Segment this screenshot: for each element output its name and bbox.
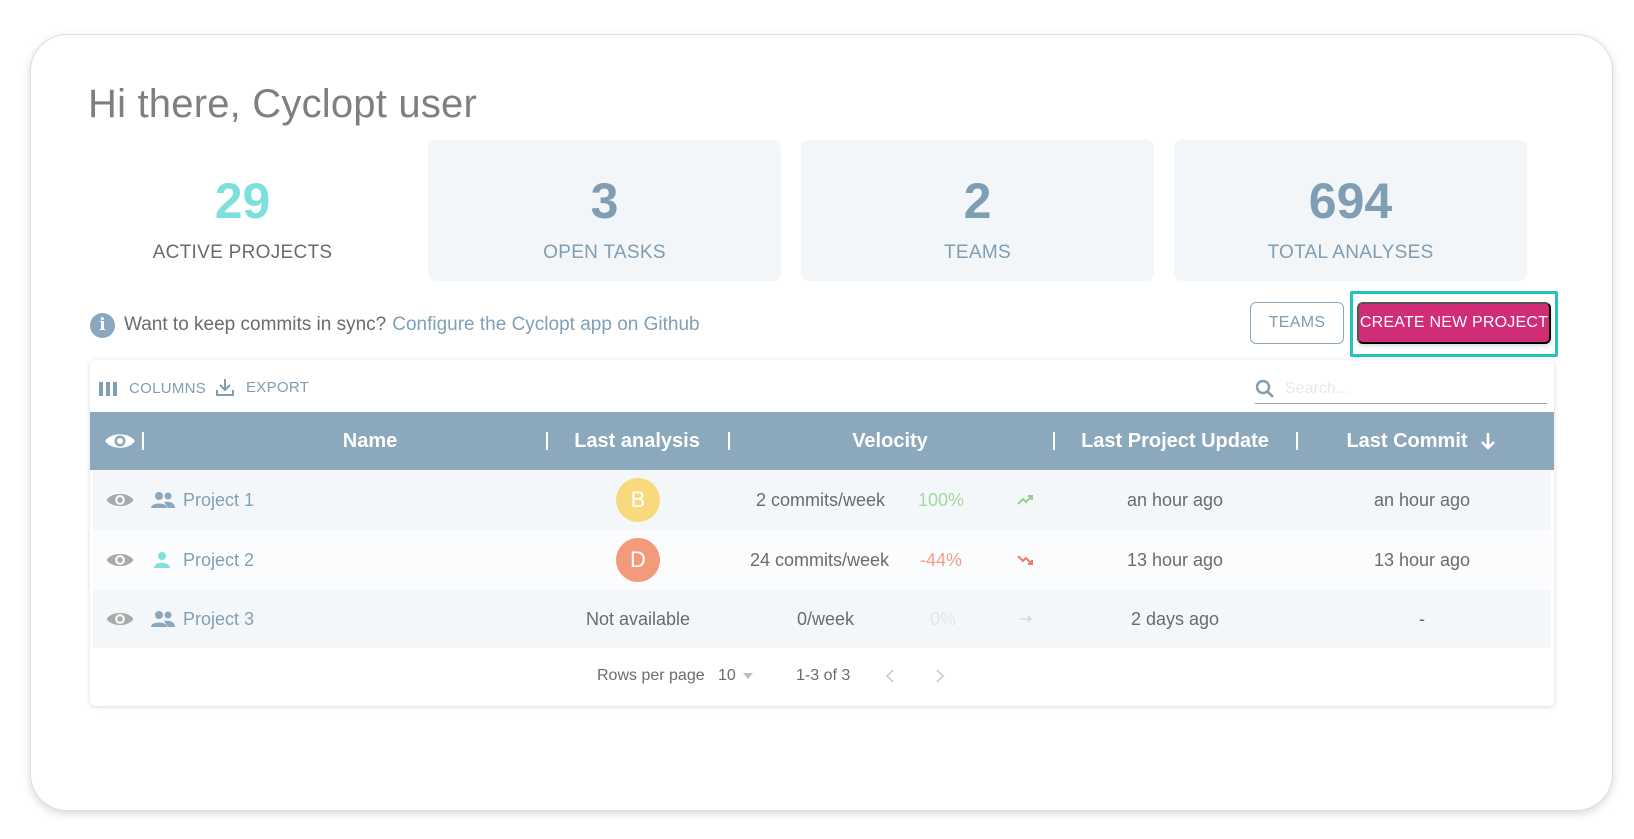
stat-label: TOTAL ANALYSES [1267,242,1434,263]
rows-per-page-value: 10 [718,667,736,684]
eye-icon [106,553,134,567]
column-divider [546,432,548,450]
last-analysis-column-header[interactable]: Last analysis [552,412,722,470]
visibility-toggle[interactable] [105,470,135,530]
last-update-value: 2 days ago [1130,608,1220,629]
last-commit-value: - [1419,608,1425,629]
last-update-value: 13 hour ago [1126,549,1224,570]
stat-label: ACTIVE PROJECTS [152,242,333,263]
search-icon [1255,379,1274,398]
stat-value: 694 [1308,173,1393,229]
arrow-down-icon [1480,433,1495,450]
columns-button[interactable]: COLUMNS [99,380,206,397]
project-link[interactable]: Project 1 [183,470,254,530]
visibility-column-header[interactable] [102,412,138,470]
column-divider [142,432,144,450]
stat-total-analyses: 694 TOTAL ANALYSES [1174,140,1527,281]
velocity-value: 0/week [797,608,855,629]
stat-label: OPEN TASKS [543,242,666,263]
last-commit-value: 13 hour ago [1373,549,1471,570]
export-button[interactable]: EXPORT [215,377,309,397]
person-icon [153,530,171,590]
search-box [1255,374,1547,404]
pagination: Rows per page 10 1-3 of 3 [90,656,1554,696]
download-icon [216,379,234,396]
chevron-left-icon [885,669,894,683]
eye-icon [105,434,135,448]
trend-down-icon [1017,530,1033,590]
github-sync-notice: i Want to keep commits in sync? Configur… [90,310,700,340]
column-divider [1053,432,1055,450]
info-icon: i [90,312,115,338]
stat-open-tasks: 3 OPEN TASKS [428,140,781,281]
table-row[interactable]: Project 3 Not available 0/week 0% 2 days… [93,590,1551,648]
project-link[interactable]: Project 3 [183,590,254,648]
stat-value: 29 [214,173,271,229]
velocity-change: 0% [930,608,957,629]
eye-icon [106,612,134,626]
page-range: 1-3 of 3 [796,667,851,684]
trend-up-icon [1017,470,1033,530]
velocity-column-header[interactable]: Velocity [735,412,1045,470]
team-icon [150,470,176,530]
previous-page-button[interactable] [885,656,895,696]
chevron-right-icon [936,669,945,683]
velocity-change: -44% [920,549,963,570]
export-label: EXPORT [246,378,310,396]
table-header: Name Last analysis Velocity Last Project… [90,412,1554,470]
stat-active-projects: 29 ACTIVE PROJECTS [66,140,419,281]
team-icon [150,590,176,648]
notice-text: Want to keep commits in sync? [124,314,387,335]
page-title: Hi there, Cyclopt user [88,82,477,126]
configure-github-link[interactable]: Configure the Cyclopt app on Github [392,314,699,336]
rows-per-page-label: Rows per page [597,667,705,684]
stat-teams: 2 TEAMS [801,140,1154,281]
next-page-button[interactable] [935,656,945,696]
columns-icon [99,381,117,396]
eye-icon [106,493,134,507]
project-link[interactable]: Project 2 [183,530,254,590]
visibility-toggle[interactable] [105,530,135,590]
last-analysis-value: Not available [585,608,691,629]
column-divider [1296,432,1298,450]
visibility-toggle[interactable] [105,590,135,648]
velocity-value: 2 commits/week [756,489,886,510]
trend-flat-icon [1019,590,1033,648]
velocity-change: 100% [918,489,965,510]
grade-badge: D [598,530,678,590]
stat-label: TEAMS [944,242,1011,263]
table-row[interactable]: Project 1 B 2 commits/week 100% an hour … [93,470,1551,530]
caret-down-icon [742,673,753,679]
last-commit-header-label: Last Commit [1346,429,1468,452]
column-divider [728,432,730,450]
velocity-value: 24 commits/week [750,549,890,570]
projects-table: COLUMNS EXPORT Name La [90,360,1554,706]
search-input[interactable] [1285,379,1535,398]
create-new-project-button[interactable]: CREATE NEW PROJECT [1357,302,1551,344]
stat-value: 2 [963,173,992,229]
table-toolbar: COLUMNS EXPORT [90,360,1554,412]
rows-per-page-select[interactable]: 10 [718,656,753,696]
columns-label: COLUMNS [129,380,207,397]
last-project-update-column-header[interactable]: Last Project Update [1060,412,1290,470]
stat-value: 3 [590,173,619,229]
teams-button[interactable]: TEAMS [1250,302,1344,344]
last-update-value: an hour ago [1126,489,1224,510]
last-commit-value: an hour ago [1373,489,1471,510]
grade-badge: B [598,470,678,530]
name-column-header[interactable]: Name [220,412,520,470]
last-commit-column-header[interactable]: Last Commit [1302,412,1542,470]
table-row[interactable]: Project 2 D 24 commits/week -44% 13 hour… [93,530,1551,590]
